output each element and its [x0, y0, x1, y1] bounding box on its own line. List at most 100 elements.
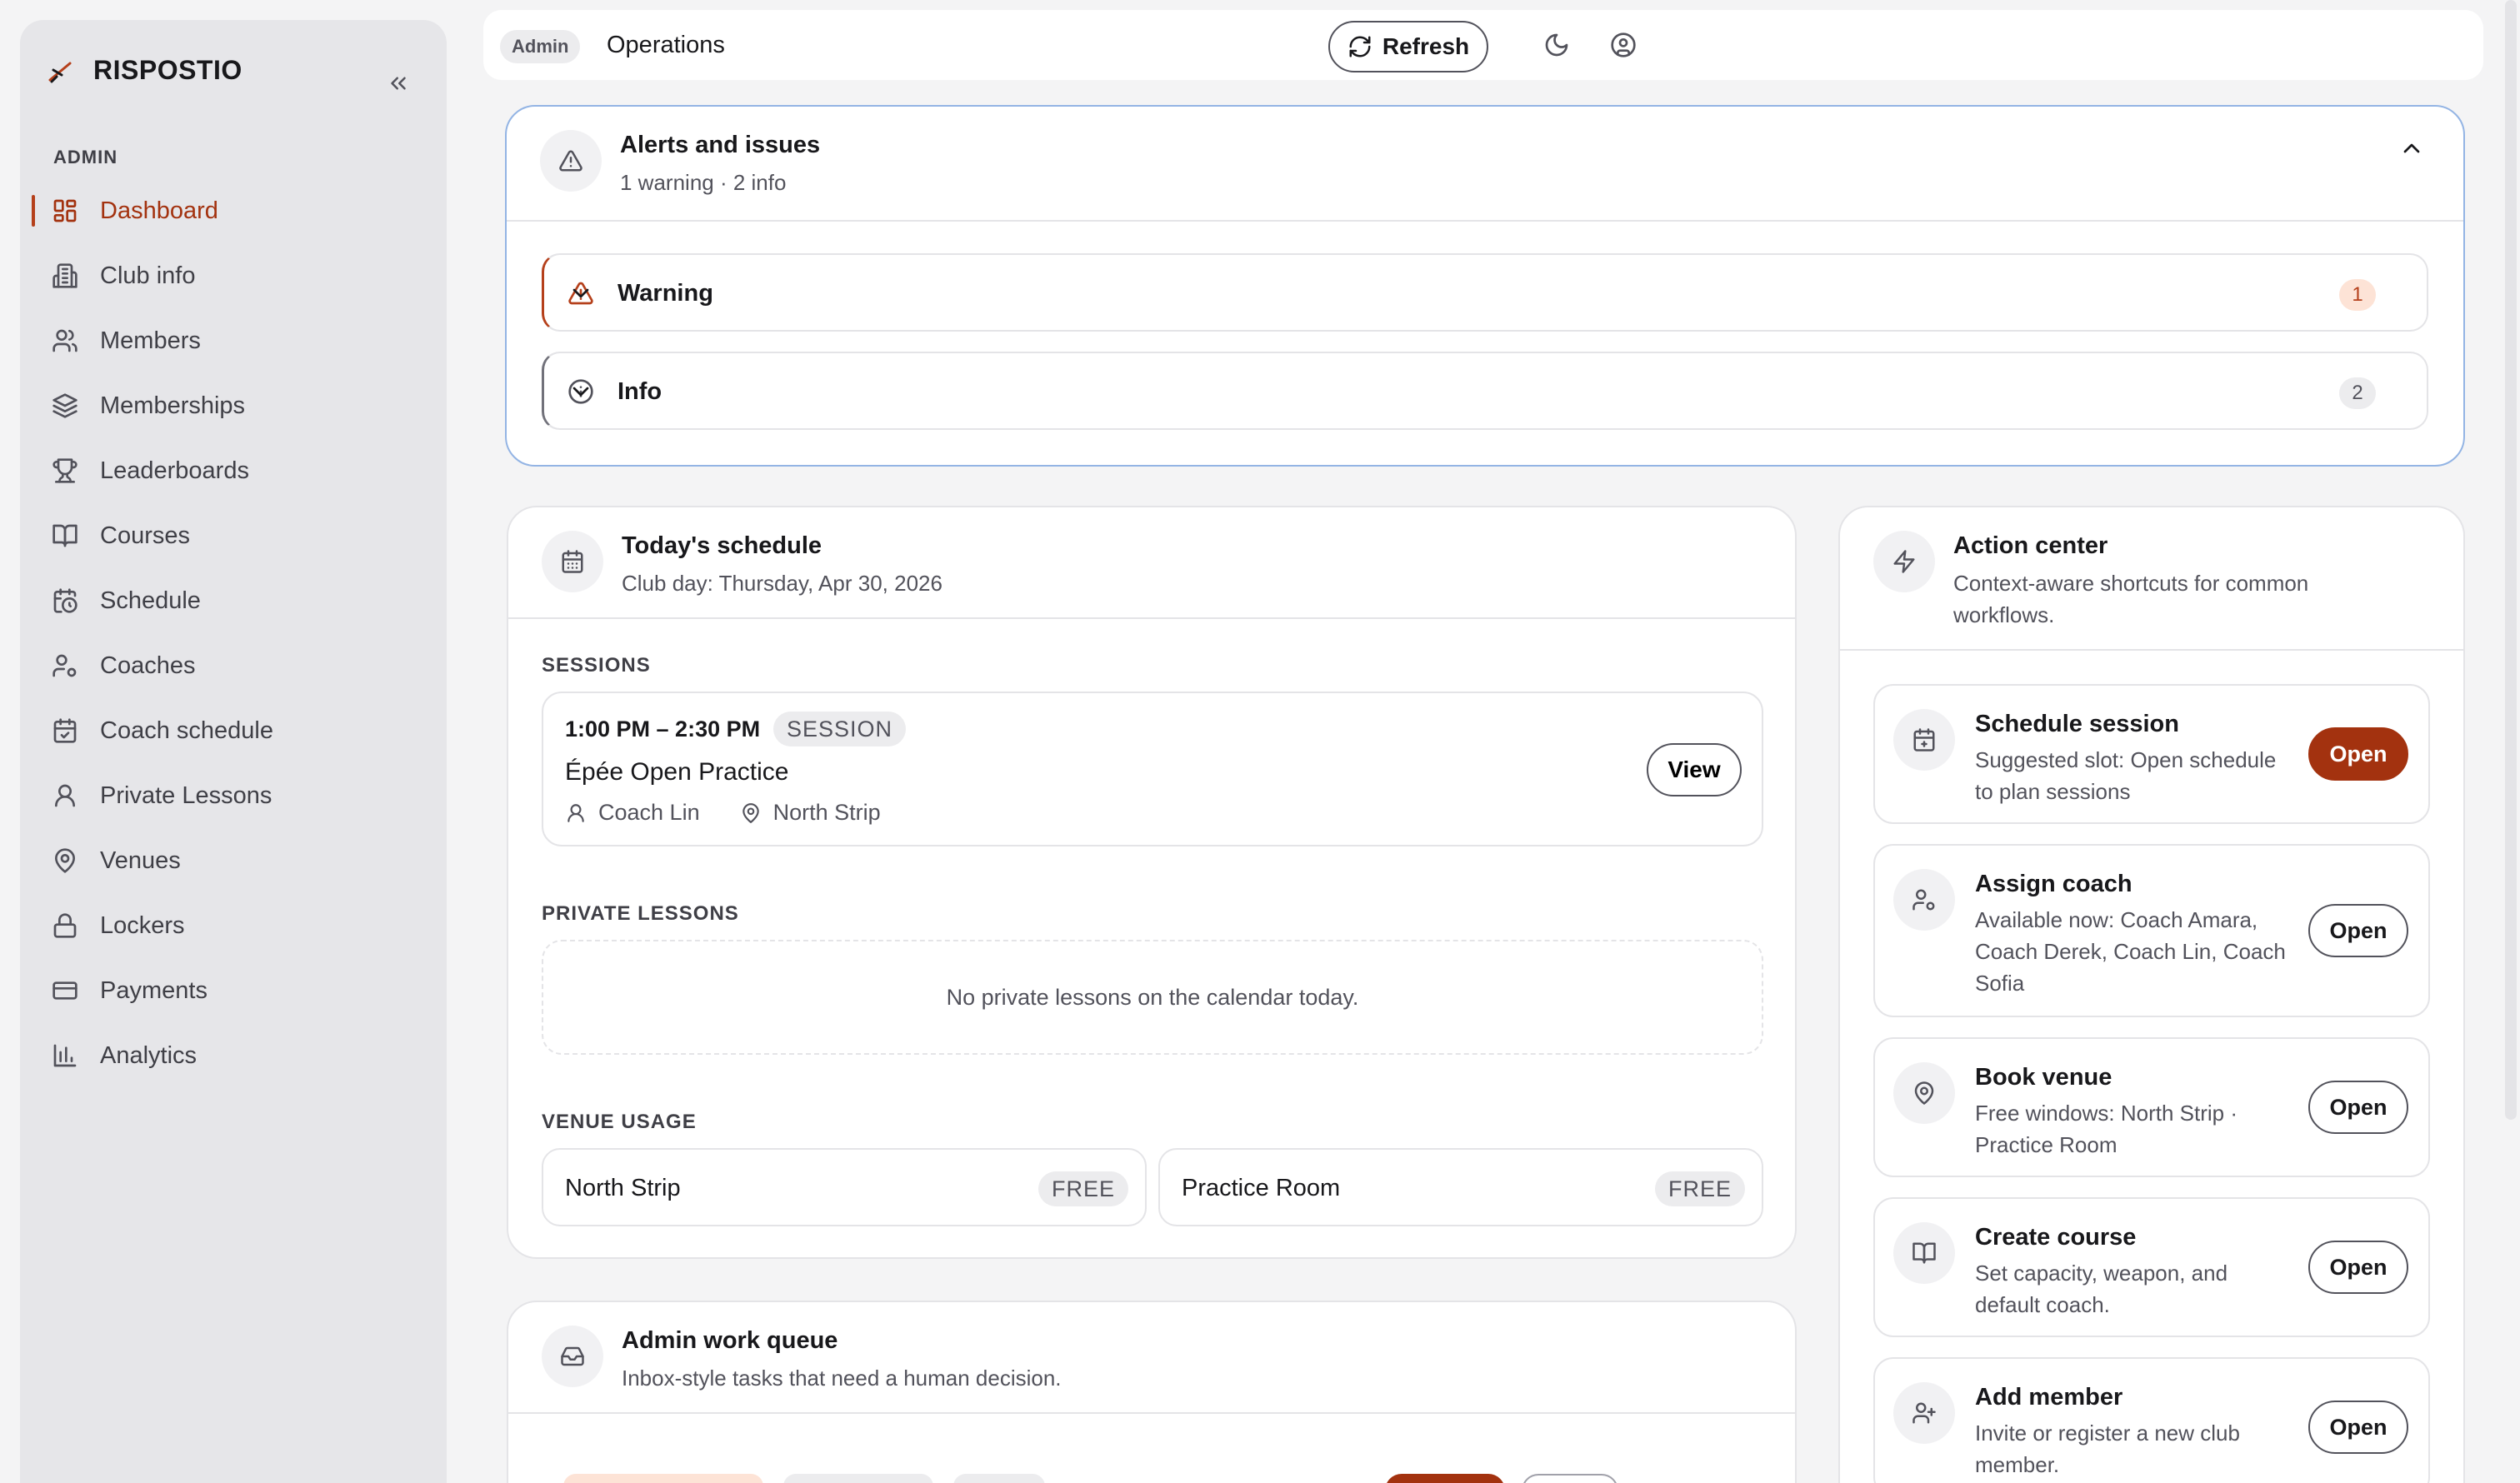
schedule-title: Today's schedule — [622, 532, 822, 559]
view-session-button[interactable]: View — [1647, 743, 1742, 796]
schedule-icon-wrap — [542, 531, 603, 592]
alert-triangle-icon — [559, 150, 582, 172]
action-icon-wrap — [1893, 1062, 1955, 1124]
action-subtitle: Suggested slot: Open schedule to plan se… — [1975, 747, 2277, 804]
refresh-icon — [1349, 36, 1371, 57]
alerts-card: Alerts and issues 1 warning · 2 info War… — [505, 105, 2465, 467]
brand[interactable]: RISPOSTIO — [48, 55, 242, 86]
chevrons-left-icon — [391, 77, 406, 90]
collapse-sidebar-button[interactable] — [383, 68, 413, 98]
sidebar-item-lockers[interactable]: Lockers — [20, 893, 447, 958]
sidebar-item-label: Schedule — [100, 587, 201, 614]
sidebar: RISPOSTIO ADMIN Dashboard Club info Memb… — [20, 20, 447, 1483]
sidebar-item-payments[interactable]: Payments — [20, 958, 447, 1023]
action-add-member: Add member Invite or register a new club… — [1873, 1357, 2430, 1483]
action-title: Add member — [1975, 1384, 2123, 1411]
assign-coach-open-button[interactable]: Open — [2308, 904, 2408, 957]
action-center-header: Action center Context-aware shortcuts fo… — [1840, 507, 2463, 651]
sidebar-item-label: Payments — [100, 976, 208, 1004]
alerts-title: Alerts and issues — [620, 132, 821, 158]
action-subtitle: Available now: Coach Amara, Coach Derek,… — [1975, 907, 2286, 996]
action-icon-wrap — [1893, 1222, 1955, 1284]
refresh-button[interactable]: Refresh — [1328, 21, 1488, 72]
sidebar-item-courses[interactable]: Courses — [20, 503, 447, 568]
action-title: Schedule session — [1975, 711, 2179, 737]
alert-row-warning[interactable]: Warning 1 — [542, 253, 2428, 332]
alerts-header[interactable]: Alerts and issues 1 warning · 2 info — [507, 107, 2463, 222]
action-subtitle: Invite or register a new club member. — [1975, 1421, 2240, 1477]
book-venue-open-button[interactable]: Open — [2308, 1081, 2408, 1134]
sidebar-item-label: Lockers — [100, 911, 185, 939]
sidebar-item-label: Coach schedule — [100, 717, 273, 744]
venue-status-badge: FREE — [1654, 1171, 1745, 1206]
sidebar-item-members[interactable]: Members — [20, 308, 447, 373]
user-icon — [568, 803, 584, 822]
user-circle-icon[interactable] — [1610, 32, 1637, 58]
sidebar-item-leaderboards[interactable]: Leaderboards — [20, 438, 447, 503]
page-scrollbar[interactable] — [2505, 0, 2517, 1120]
bar-chart-icon — [53, 1044, 77, 1067]
session-coach: Coach Lin — [598, 800, 700, 825]
session-name: Épée Open Practice — [565, 758, 789, 786]
sidebar-item-coaches[interactable]: Coaches — [20, 633, 447, 698]
action-center-icon-wrap — [1873, 531, 1935, 592]
alerts-icon-wrap — [540, 130, 602, 192]
action-icon-wrap — [1893, 709, 1955, 771]
venue-status-badge: FREE — [1038, 1171, 1128, 1206]
chevron-up-icon[interactable] — [2398, 135, 2425, 162]
action-book-venue: Book venue Free windows: North Strip · P… — [1873, 1037, 2430, 1177]
session-venue: North Strip — [772, 800, 881, 825]
sidebar-item-coach-schedule[interactable]: Coach schedule — [20, 698, 447, 763]
schedule-subtitle: Club day: Thursday, Apr 30, 2026 — [622, 571, 942, 596]
warning-count-badge: 1 — [2339, 279, 2376, 311]
private-lessons-empty: No private lessons on the calendar today… — [542, 940, 1763, 1055]
sidebar-item-venues[interactable]: Venues — [20, 828, 447, 893]
sidebar-item-private-lessons[interactable]: Private Lessons — [20, 763, 447, 828]
zap-icon — [1893, 550, 1915, 573]
sidebar-item-label: Courses — [100, 522, 190, 549]
add-member-open-button[interactable]: Open — [2308, 1401, 2408, 1454]
schedule-header: Today's schedule Club day: Thursday, Apr… — [508, 507, 1795, 619]
queue-primary-action-button[interactable] — [1385, 1474, 1505, 1483]
moon-icon[interactable] — [1543, 32, 1570, 58]
book-open-icon — [1912, 1242, 1936, 1264]
top-bar: Admin Operations Refresh — [483, 10, 2483, 80]
sidebar-item-analytics[interactable]: Analytics — [20, 1023, 447, 1088]
queue-secondary-action-button[interactable] — [1522, 1474, 1618, 1483]
venue-name: North Strip — [565, 1175, 681, 1201]
map-pin-icon — [1914, 1081, 1934, 1105]
action-subtitle: Free windows: North Strip · Practice Roo… — [1975, 1101, 2238, 1157]
role-badge: Admin — [500, 30, 581, 63]
sidebar-item-dashboard[interactable]: Dashboard — [20, 178, 447, 243]
credit-card-icon — [52, 981, 78, 1000]
inbox-icon — [561, 1346, 584, 1366]
admin-queue-header: Admin work queue Inbox-style tasks that … — [508, 1302, 1795, 1414]
layers-icon — [52, 393, 78, 418]
schedule-session-open-button[interactable]: Open — [2308, 727, 2408, 781]
alert-row-info[interactable]: Info 2 — [542, 352, 2428, 430]
map-pin-icon — [55, 848, 75, 873]
sidebar-item-club-info[interactable]: Club info — [20, 243, 447, 308]
sidebar-item-label: Club info — [100, 262, 196, 289]
action-subtitle: Set capacity, weapon, and default coach. — [1975, 1261, 2228, 1317]
action-center-card: Action center Context-aware shortcuts fo… — [1838, 506, 2465, 1483]
sidebar-item-label: Private Lessons — [100, 781, 272, 809]
user-cog-icon — [1912, 889, 1935, 911]
chevron-down-icon — [572, 387, 589, 397]
admin-queue-subtitle: Inbox-style tasks that need a human deci… — [622, 1366, 1062, 1391]
calendar-clock-icon — [53, 588, 78, 613]
user-cog-icon — [52, 654, 77, 677]
users-icon — [52, 329, 78, 352]
session-time: 1:00 PM – 2:30 PM — [565, 717, 761, 742]
calendar-plus-icon — [1913, 728, 1935, 751]
sidebar-item-memberships[interactable]: Memberships — [20, 373, 447, 438]
map-pin-icon — [742, 802, 759, 823]
create-course-open-button[interactable]: Open — [2308, 1241, 2408, 1294]
sidebar-item-schedule[interactable]: Schedule — [20, 568, 447, 633]
lock-icon — [53, 913, 77, 938]
calendar-check-icon — [53, 718, 77, 743]
action-center-title: Action center — [1953, 532, 2108, 559]
chevron-down-icon — [572, 288, 589, 298]
sidebar-nav: Dashboard Club info Members Memberships … — [20, 178, 447, 1088]
sidebar-item-label: Memberships — [100, 392, 246, 419]
